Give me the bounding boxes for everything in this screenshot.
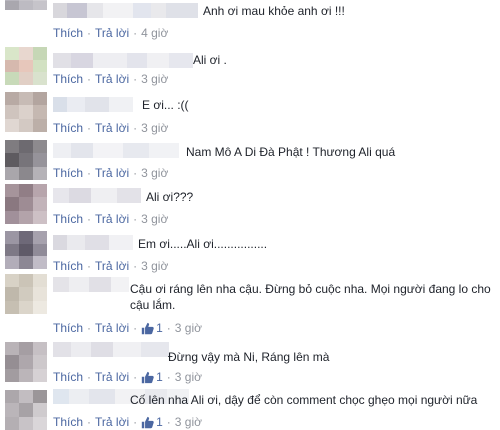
- like-link[interactable]: Thích: [53, 259, 83, 273]
- comment-text: Ali ơi .: [193, 53, 227, 67]
- reply-link[interactable]: Trả lời: [95, 166, 129, 180]
- thumbs-up-icon: [141, 371, 154, 383]
- comment-time[interactable]: 3 giờ: [141, 212, 168, 226]
- like-count-value: 1: [156, 370, 163, 384]
- like-count[interactable]: 1: [141, 415, 163, 429]
- like-link[interactable]: Thích: [53, 321, 83, 335]
- avatar[interactable]: [5, 342, 47, 382]
- like-count-value: 1: [156, 415, 163, 429]
- reply-link[interactable]: Trả lời: [95, 259, 129, 273]
- like-link[interactable]: Thích: [53, 121, 83, 135]
- like-link[interactable]: Thích: [53, 166, 83, 180]
- comment-time[interactable]: 3 giờ: [175, 415, 202, 429]
- reply-link[interactable]: Trả lời: [95, 415, 129, 429]
- comment-time[interactable]: 3 giờ: [141, 72, 168, 86]
- comment-time[interactable]: 3 giờ: [175, 321, 202, 335]
- comment-text: E ơi... :((: [142, 98, 189, 112]
- like-link[interactable]: Thích: [53, 370, 83, 384]
- commenter-name[interactable]: [53, 3, 198, 18]
- comment-text: Cậu ơi ráng lên nha cậu. Đừng bỏ cuộc nh…: [130, 282, 491, 312]
- comment-actions: Thích · Trả lời · 3 giờ: [53, 121, 169, 135]
- comment-actions: Thích · Trả lời · 3 giờ: [53, 259, 169, 273]
- avatar[interactable]: [5, 390, 47, 430]
- comment-time[interactable]: 3 giờ: [175, 370, 202, 384]
- comment-time[interactable]: 3 giờ: [141, 259, 168, 273]
- avatar[interactable]: [5, 274, 47, 314]
- thumbs-up-icon: [141, 416, 154, 428]
- reply-link[interactable]: Trả lời: [95, 370, 129, 384]
- comment-text: Anh ơi mau khỏe anh ơi !!!: [203, 4, 345, 18]
- comment-actions: Thích · Trả lời · 1 · 3 giờ: [53, 415, 203, 429]
- comment-actions: Thích · Trả lời · 1 · 3 giờ: [53, 370, 203, 384]
- comment-time[interactable]: 3 giờ: [141, 166, 168, 180]
- comment-time[interactable]: 4 giờ: [141, 26, 168, 40]
- avatar[interactable]: [5, 184, 47, 224]
- reply-link[interactable]: Trả lời: [95, 321, 129, 335]
- commenter-name[interactable]: [53, 235, 133, 250]
- like-link[interactable]: Thích: [53, 72, 83, 86]
- like-count-value: 1: [156, 321, 163, 335]
- like-link[interactable]: Thích: [53, 26, 83, 40]
- avatar[interactable]: [5, 47, 47, 85]
- comment-text: Em ơi.....Ali ơi................: [138, 237, 268, 251]
- comment-actions: Thích · Trả lời · 3 giờ: [53, 166, 169, 180]
- comment-actions: Thích · Trả lời · 1 · 3 giờ: [53, 321, 203, 335]
- avatar[interactable]: [5, 140, 47, 180]
- like-link[interactable]: Thích: [53, 212, 83, 226]
- comment-actions: Thích · Trả lời · 3 giờ: [53, 212, 169, 226]
- comment-actions: Thích · Trả lời · 4 giờ: [53, 26, 169, 40]
- like-count[interactable]: 1: [141, 321, 163, 335]
- reply-link[interactable]: Trả lời: [95, 121, 129, 135]
- avatar[interactable]: [5, 92, 47, 132]
- comment-text: Nam Mô A Di Đà Phật ! Thương Ali quá: [186, 145, 396, 159]
- comment-text: Ali ơi???: [146, 190, 194, 204]
- commenter-name[interactable]: [53, 342, 169, 357]
- comment-text: Cố lên nha Ali ơi, dậy để còn comment ch…: [130, 393, 478, 407]
- comment-time[interactable]: 3 giờ: [141, 121, 168, 135]
- like-count[interactable]: 1: [141, 370, 163, 384]
- comment-feed: Anh ơi mau khỏe anh ơi !!! Thích · Trả l…: [0, 0, 500, 430]
- comment-actions: Thích · Trả lời · 3 giờ: [53, 72, 169, 86]
- commenter-name[interactable]: [53, 53, 193, 68]
- avatar[interactable]: [5, 0, 47, 10]
- commenter-name[interactable]: [53, 97, 133, 112]
- commenter-name[interactable]: [53, 277, 129, 292]
- thumbs-up-icon: [141, 322, 154, 334]
- commenter-name[interactable]: [53, 143, 179, 158]
- avatar[interactable]: [5, 231, 47, 269]
- commenter-name[interactable]: [53, 188, 141, 203]
- comment-text: Đừng vậy mà Ni, Ráng lên mà: [168, 350, 330, 364]
- reply-link[interactable]: Trả lời: [95, 72, 129, 86]
- reply-link[interactable]: Trả lời: [95, 26, 129, 40]
- reply-link[interactable]: Trả lời: [95, 212, 129, 226]
- like-link[interactable]: Thích: [53, 415, 83, 429]
